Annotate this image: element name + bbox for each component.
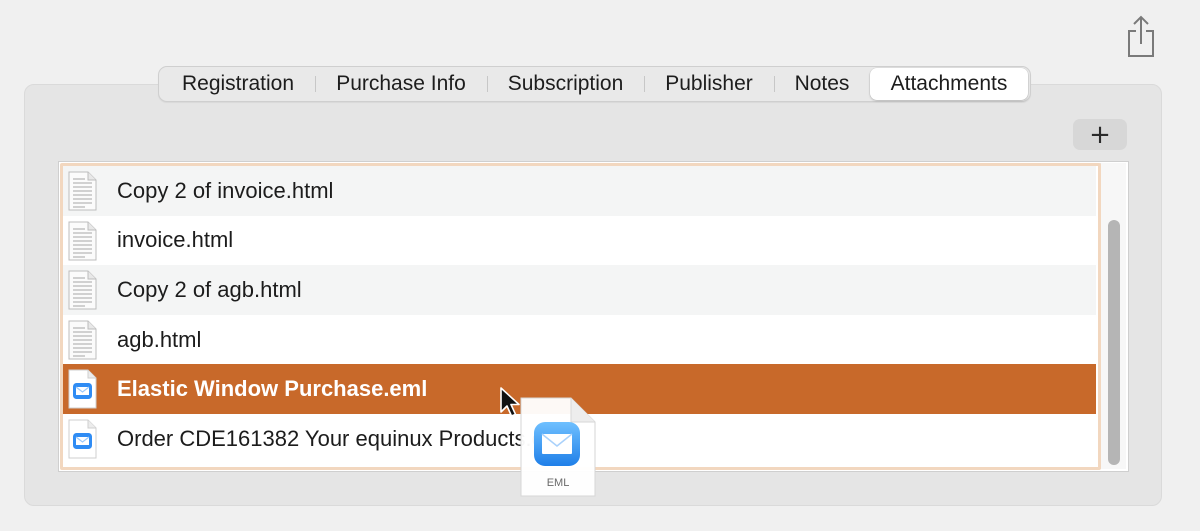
- attachment-name: Elastic Window Purchase.eml: [117, 376, 428, 402]
- tab-notes[interactable]: Notes: [774, 68, 870, 100]
- html-file-icon: [68, 171, 97, 211]
- share-icon[interactable]: [1124, 14, 1158, 58]
- attachment-name: Copy 2 of invoice.html: [117, 177, 334, 203]
- html-file-icon: [68, 320, 97, 360]
- list-scrollbar[interactable]: [1100, 163, 1126, 469]
- attachment-name: Copy 2 of agb.html: [117, 276, 302, 302]
- eml-file-icon: [68, 419, 97, 459]
- tab-bar: Registration Purchase Info Subscription …: [158, 66, 1031, 102]
- attachment-name: invoice.html: [117, 227, 234, 253]
- html-file-icon: [68, 221, 97, 261]
- tab-attachments[interactable]: Attachments: [870, 68, 1028, 100]
- add-attachment-button[interactable]: +: [1073, 119, 1127, 150]
- drag-preview-label: EML: [546, 477, 570, 489]
- html-file-icon: [68, 270, 97, 310]
- tab-registration[interactable]: Registration: [161, 68, 315, 100]
- list-item[interactable]: agb.html: [63, 314, 1096, 365]
- attachment-name: Order CDE161382 Your equinux Products.em…: [117, 425, 568, 451]
- list-item[interactable]: invoice.html: [63, 215, 1096, 266]
- tab-subscription[interactable]: Subscription: [487, 68, 644, 100]
- list-item[interactable]: Copy 2 of agb.html: [63, 265, 1096, 315]
- eml-file-icon: [68, 369, 97, 409]
- tab-publisher[interactable]: Publisher: [644, 68, 774, 100]
- attachment-name: agb.html: [117, 326, 202, 352]
- tab-purchase-info[interactable]: Purchase Info: [315, 68, 487, 100]
- scrollbar-thumb[interactable]: [1108, 220, 1120, 465]
- list-item[interactable]: Copy 2 of invoice.html: [63, 166, 1096, 216]
- cursor-arrow-icon: [500, 387, 520, 417]
